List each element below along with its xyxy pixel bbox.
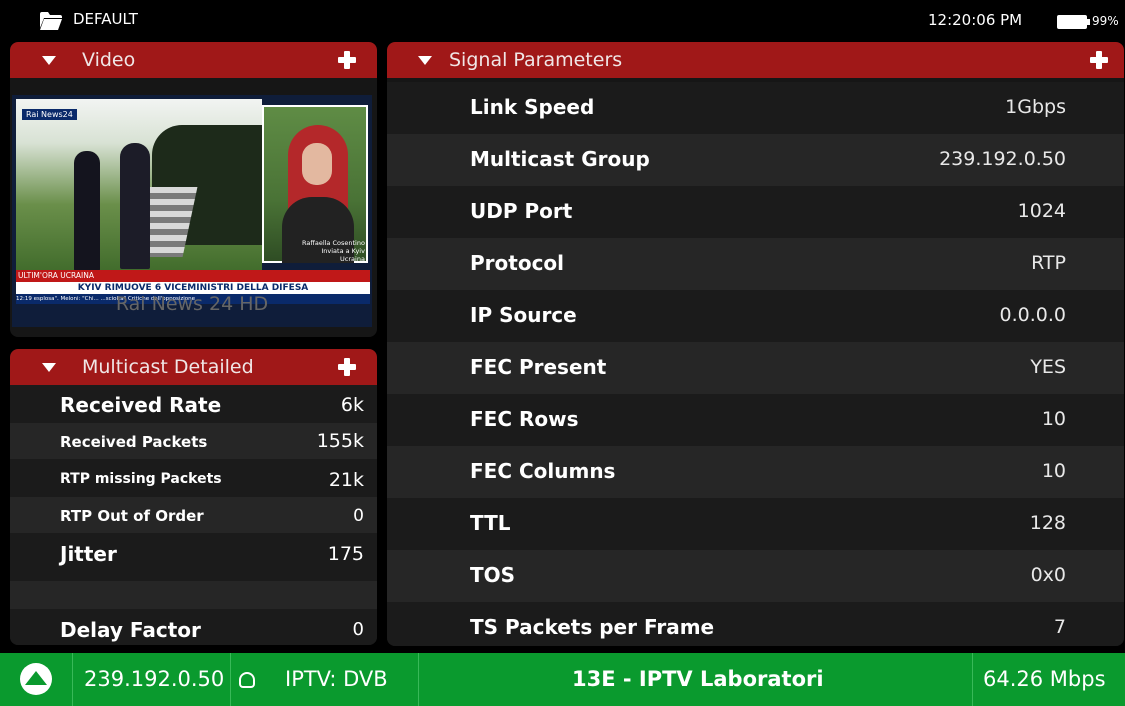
multicast-row-delay-factor: Delay Factor 0	[10, 609, 377, 645]
row-value: 21k	[328, 469, 364, 491]
signal-row-ip-source: IP Source 0.0.0.0	[387, 290, 1124, 342]
multicast-row-received-rate: Received Rate 6k	[10, 385, 377, 423]
row-value: 10	[1041, 408, 1066, 430]
row-label: IP Source	[470, 303, 577, 327]
app-logo-icon[interactable]	[20, 663, 52, 695]
row-value: 1Gbps	[1005, 96, 1066, 118]
signal-row-ttl: TTL 128	[387, 498, 1124, 550]
row-label: TTL	[470, 511, 511, 535]
multicast-row-received-packets: Received Packets 155k	[10, 423, 377, 459]
row-value: 10	[1041, 460, 1066, 482]
row-value: 6k	[340, 394, 364, 416]
row-value: 0	[353, 506, 364, 526]
row-value: 175	[327, 543, 364, 565]
signal-parameters-panel: Signal Parameters Link Speed 1Gbps Multi…	[387, 42, 1124, 646]
multicast-row-jitter: Jitter 175	[10, 533, 377, 581]
signal-row-link-speed: Link Speed 1Gbps	[387, 82, 1124, 134]
multicast-detailed-panel: Multicast Detailed Received Rate 6k Rece…	[10, 349, 377, 645]
battery-icon	[1057, 15, 1090, 29]
triangle-down-icon[interactable]	[418, 56, 432, 65]
profile-name[interactable]: DEFAULT	[73, 10, 138, 28]
signal-row-tos: TOS 0x0	[387, 550, 1124, 602]
row-value: 1024	[1017, 200, 1066, 222]
reporter-caption: Raffaella Cosentino Inviata a Kyiv Ucrai…	[302, 239, 365, 263]
row-label: FEC Columns	[470, 459, 616, 483]
row-label: FEC Rows	[470, 407, 579, 431]
row-label: TOS	[470, 563, 516, 587]
row-label: Multicast Group	[470, 147, 650, 171]
row-label: Protocol	[470, 251, 565, 275]
channel-logo: Rai News24	[22, 109, 77, 120]
plus-icon[interactable]	[338, 358, 356, 376]
channel-name[interactable]: 13E - IPTV Laboratori	[572, 667, 824, 691]
battery-percent: 99%	[1092, 14, 1119, 28]
plus-icon[interactable]	[338, 51, 356, 69]
row-value: 239.192.0.50	[939, 148, 1066, 170]
row-label: RTP Out of Order	[60, 507, 204, 525]
folder-icon[interactable]	[40, 12, 62, 30]
status-bar: DEFAULT 12:20:06 PM 99%	[0, 0, 1125, 40]
chat-bubble-icon	[239, 672, 255, 688]
video-panel-header[interactable]: Video	[10, 42, 377, 78]
row-label: Jitter	[60, 542, 117, 566]
row-label: Received Rate	[60, 393, 222, 417]
multicast-row-rtp-out-of-order: RTP Out of Order 0	[10, 497, 377, 533]
row-value: 0.0.0.0	[999, 304, 1066, 326]
breaking-news-bar: ULTIM'ORA UCRAINA	[16, 270, 370, 282]
signal-row-fec-columns: FEC Columns 10	[387, 446, 1124, 498]
signal-row-multicast-group: Multicast Group 239.192.0.50	[387, 134, 1124, 186]
video-preview[interactable]: Rai News24 Raffaella Cosentino Inviata a…	[12, 95, 372, 327]
row-value: 7	[1053, 616, 1066, 638]
signal-row-udp-port: UDP Port 1024	[387, 186, 1124, 238]
row-label: RTP missing Packets	[60, 471, 222, 487]
row-label: FEC Present	[470, 355, 607, 379]
triangle-down-icon[interactable]	[42, 56, 56, 65]
multicast-address[interactable]: 239.192.0.50	[84, 667, 224, 691]
bitrate: 64.26 Mbps	[983, 667, 1106, 691]
row-label: Delay Factor	[60, 618, 201, 642]
triangle-down-icon[interactable]	[42, 363, 56, 372]
stream-mode[interactable]: IPTV: DVB	[285, 667, 388, 691]
row-label: Link Speed	[470, 95, 595, 119]
video-panel: Video Rai News24 Raffaella Cosentino Inv…	[10, 42, 377, 337]
signal-panel-title: Signal Parameters	[449, 49, 623, 71]
multicast-panel-title: Multicast Detailed	[82, 356, 254, 378]
row-value: 128	[1029, 512, 1066, 534]
row-value: 155k	[316, 430, 364, 452]
row-value: RTP	[1031, 252, 1066, 274]
row-label: Received Packets	[60, 433, 208, 451]
video-panel-title: Video	[82, 49, 136, 71]
signal-panel-header[interactable]: Signal Parameters	[387, 42, 1124, 78]
row-value: 0	[352, 619, 364, 640]
signal-row-fec-present: FEC Present YES	[387, 342, 1124, 394]
channel-overlay-label: Rai News 24 HD	[115, 293, 269, 315]
multicast-row-empty	[10, 581, 377, 609]
signal-row-fec-rows: FEC Rows 10	[387, 394, 1124, 446]
multicast-panel-header[interactable]: Multicast Detailed	[10, 349, 377, 385]
multicast-row-rtp-missing: RTP missing Packets 21k	[10, 459, 377, 497]
row-value: 0x0	[1030, 564, 1066, 586]
signal-row-ts-packets: TS Packets per Frame 7	[387, 602, 1124, 646]
clock: 12:20:06 PM	[928, 11, 1023, 29]
plus-icon[interactable]	[1090, 51, 1108, 69]
signal-row-protocol: Protocol RTP	[387, 238, 1124, 290]
bottom-status-bar: 239.192.0.50 IPTV: DVB 13E - IPTV Labora…	[0, 653, 1125, 706]
row-label: TS Packets per Frame	[470, 615, 715, 639]
row-label: UDP Port	[470, 199, 573, 223]
row-value: YES	[1030, 356, 1066, 378]
